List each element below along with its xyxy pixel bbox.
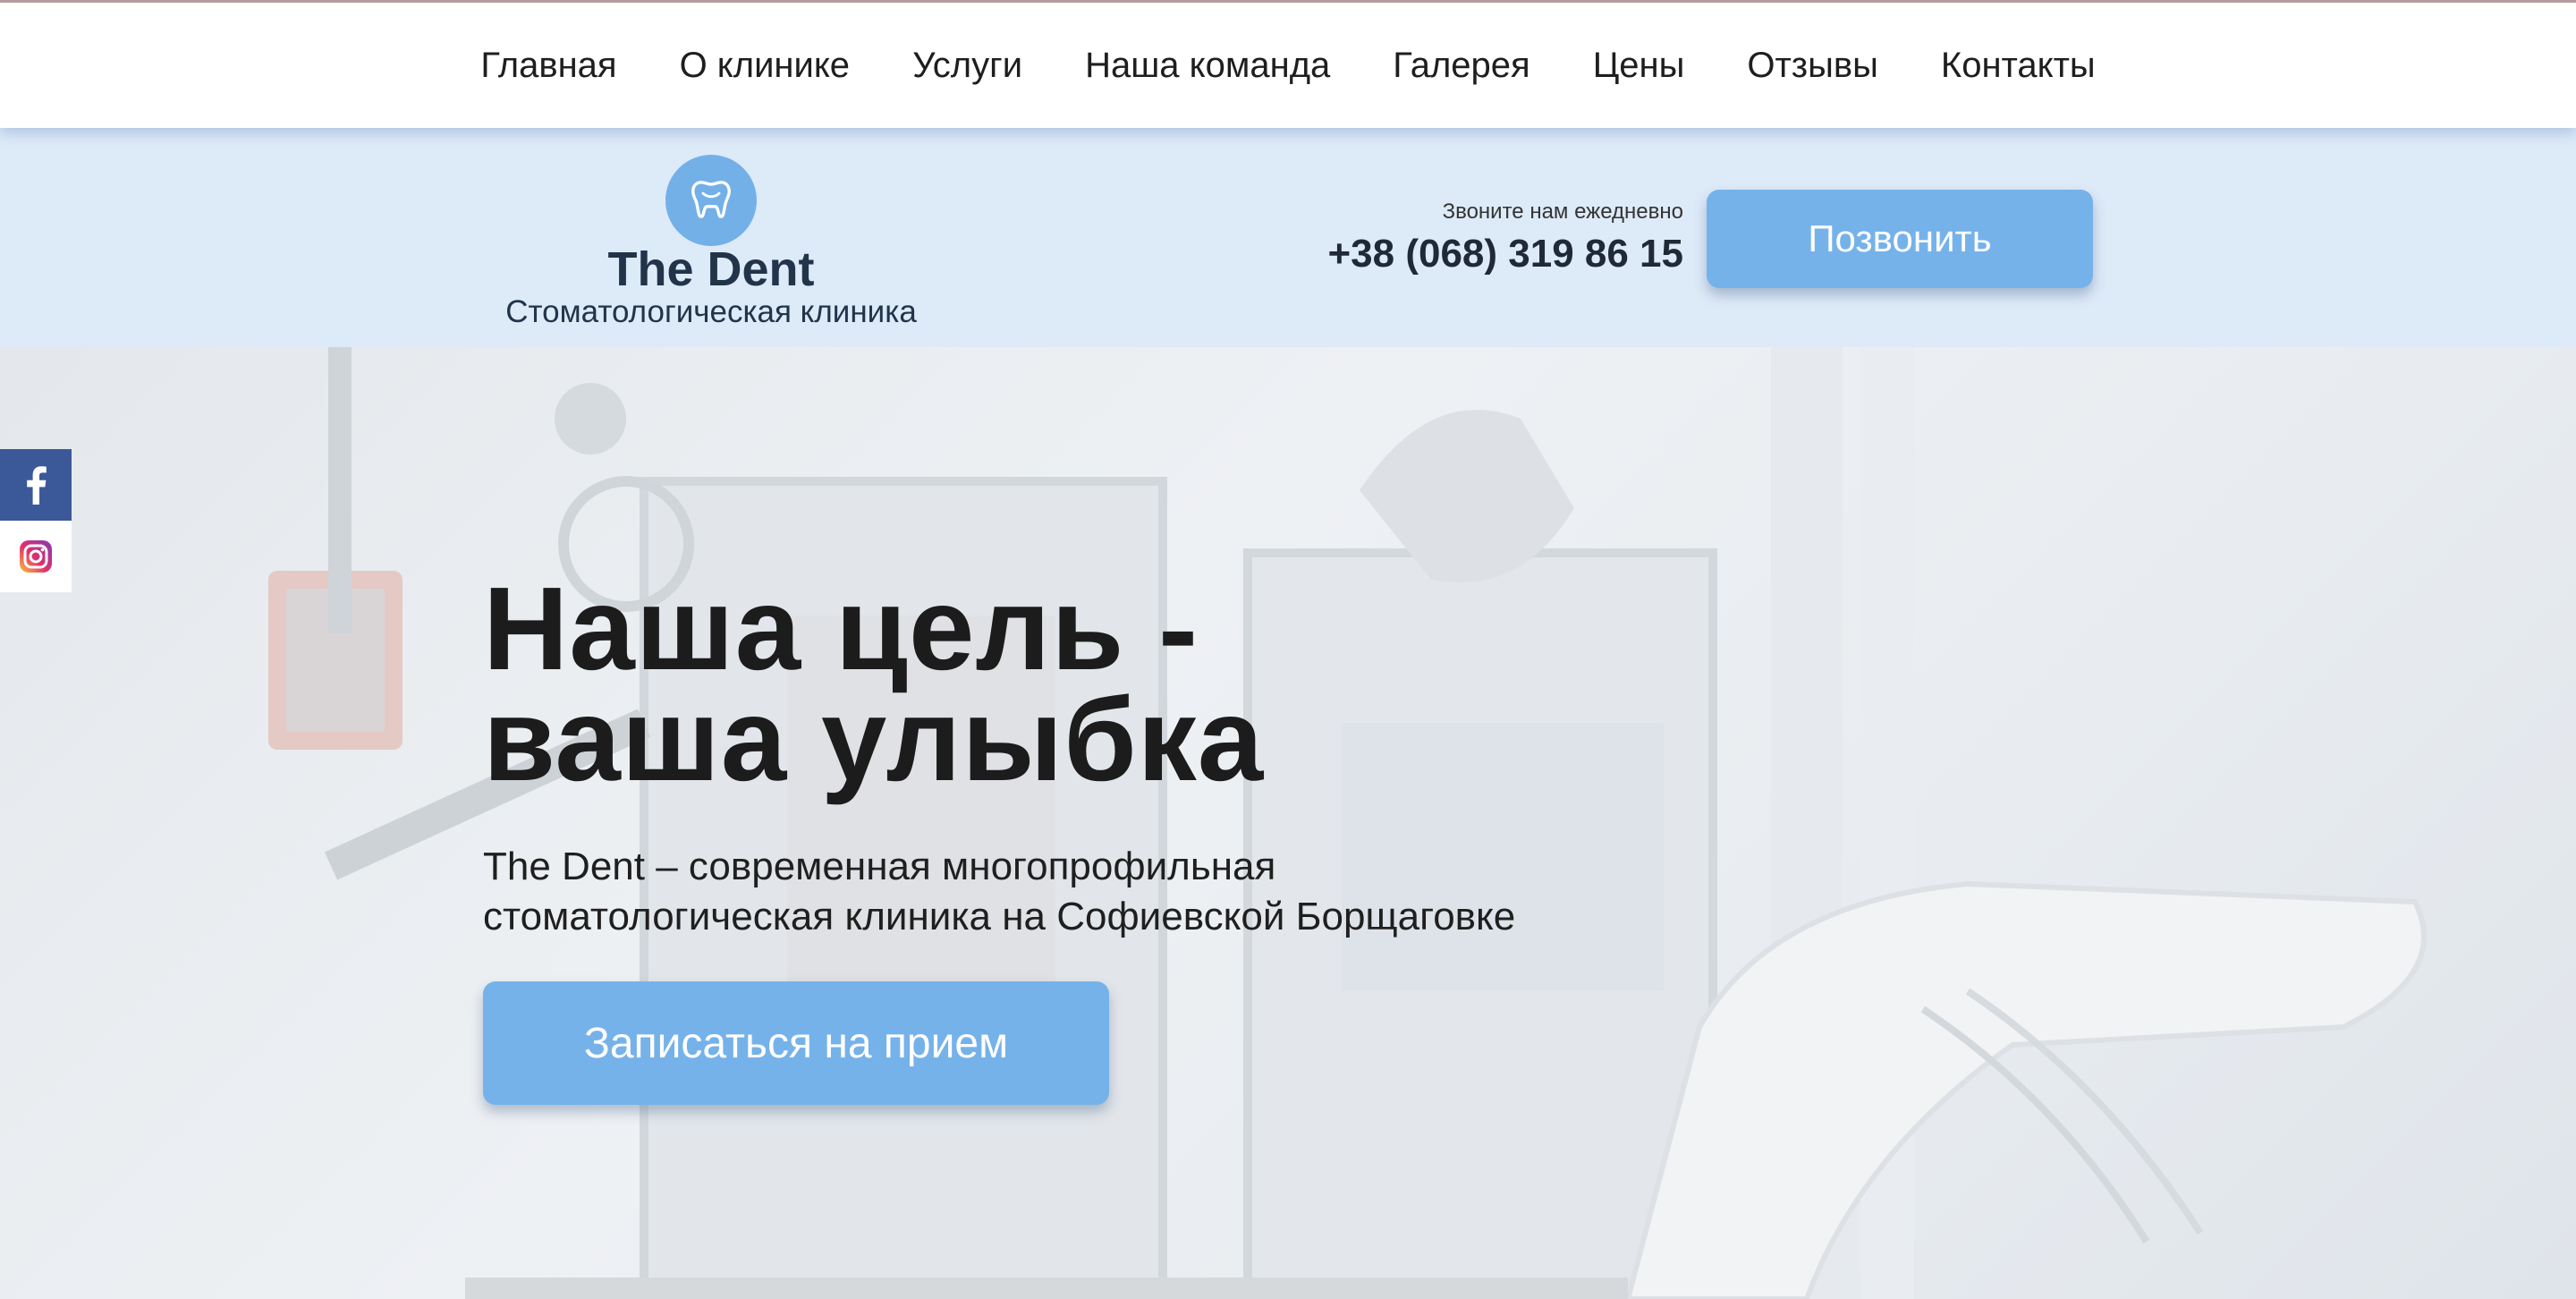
nav-item-contacts[interactable]: Контакты (1941, 46, 2096, 86)
logo-subtitle: Стоматологическая клиника (505, 294, 917, 329)
social-sidebar (0, 449, 72, 592)
logo-name: The Dent (607, 242, 815, 296)
nav-menu: Главная О клинике Услуги Наша команда Га… (0, 3, 2576, 128)
hero-section: Наша цель - ваша улыбка The Dent – совре… (0, 347, 2576, 1299)
nav-item-prices[interactable]: Цены (1593, 46, 1685, 86)
facebook-link[interactable] (0, 449, 72, 521)
tooth-icon (665, 155, 757, 246)
instagram-link[interactable] (0, 521, 72, 592)
nav-item-team[interactable]: Наша команда (1085, 46, 1330, 86)
instagram-icon (20, 540, 52, 573)
nav-item-home[interactable]: Главная (480, 46, 616, 86)
hero-description-line: стоматологическая клиника на Софиевской … (483, 895, 1516, 938)
hero-description-line: The Dent – современная многопрофильная (483, 845, 1276, 888)
nav-item-gallery[interactable]: Галерея (1393, 46, 1530, 86)
site-header: The Dent Стоматологическая клиника Звони… (0, 128, 2576, 347)
book-appointment-button[interactable]: Записаться на прием (483, 981, 1109, 1105)
logo[interactable]: The Dent Стоматологическая клиника (487, 155, 935, 330)
hero-description: The Dent – современная многопрофильная с… (483, 842, 1515, 942)
hero-title-line: ваша улыбка (483, 674, 1265, 805)
top-navigation: Главная О клинике Услуги Наша команда Га… (0, 0, 2576, 128)
hero-title-line: Наша цель - (483, 563, 1199, 694)
hero-content: Наша цель - ваша улыбка The Dent – совре… (483, 563, 1515, 1105)
nav-item-about[interactable]: О клинике (680, 46, 851, 86)
contact-block: Звоните нам ежедневно +38 (068) 319 86 1… (1327, 200, 1683, 276)
call-note: Звоните нам ежедневно (1442, 200, 1683, 224)
nav-item-reviews[interactable]: Отзывы (1747, 46, 1878, 86)
facebook-icon (27, 466, 47, 505)
phone-number[interactable]: +38 (068) 319 86 15 (1327, 232, 1683, 276)
nav-item-services[interactable]: Услуги (912, 46, 1022, 86)
hero-title: Наша цель - ваша улыбка (483, 563, 1515, 805)
call-button[interactable]: Позвонить (1707, 190, 2093, 288)
